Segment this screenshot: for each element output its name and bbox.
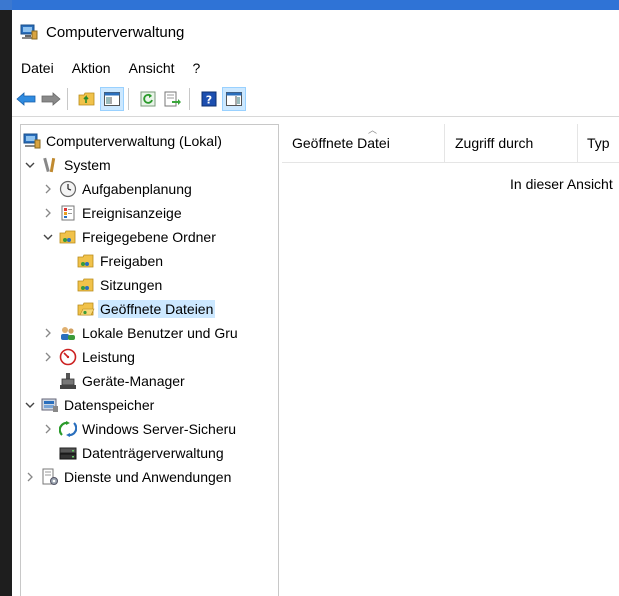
menu-datei[interactable]: Datei	[12, 60, 63, 76]
refresh-button[interactable]	[137, 88, 159, 110]
show-action-pane-icon	[226, 92, 242, 106]
up-button[interactable]	[76, 88, 98, 110]
chevron-down-icon[interactable]	[23, 398, 37, 412]
results-list-view[interactable]: ︿ Geöffnete Datei Zugriff durch Typ In d…	[282, 124, 619, 596]
chevron-right-icon[interactable]	[41, 326, 55, 340]
svg-text:?: ?	[206, 94, 212, 107]
tree-item-geraete-manager[interactable]: Geräte-Manager	[59, 369, 185, 393]
services-icon	[41, 468, 59, 486]
refresh-icon	[140, 91, 156, 107]
chevron-right-icon[interactable]	[41, 350, 55, 364]
chevron-right-icon[interactable]	[23, 470, 37, 484]
computer-management-icon	[23, 132, 41, 150]
window-title: Computerverwaltung	[46, 23, 185, 41]
forward-button[interactable]	[40, 88, 62, 110]
tree-item-windows-server-sicherung[interactable]: Windows Server-Sicheru	[41, 417, 236, 441]
back-arrow-icon	[16, 92, 36, 106]
chevron-right-icon[interactable]	[41, 422, 55, 436]
tree-item-freigaben[interactable]: Freigaben	[77, 249, 163, 273]
device-manager-icon	[59, 372, 77, 390]
back-button[interactable]	[15, 88, 37, 110]
clock-icon	[59, 180, 77, 198]
tree-item-lokale-benutzer[interactable]: Lokale Benutzer und Gru	[41, 321, 238, 345]
tree-item-system[interactable]: System	[23, 153, 111, 177]
open-files-folder-icon	[77, 300, 95, 318]
tree-item-datenspeicher[interactable]: Datenspeicher	[23, 393, 154, 417]
console-tree[interactable]: Computerverwaltung (Lokal) System Aufgab…	[20, 124, 279, 596]
performance-icon	[59, 348, 77, 366]
toolbar-separator	[67, 88, 68, 110]
toolbar-separator	[189, 88, 190, 110]
tree-item-ereignisanzeige[interactable]: Ereignisanzeige	[41, 201, 182, 225]
column-header-zugriff-durch[interactable]: Zugriff durch	[455, 124, 533, 162]
toolbar: ?	[12, 82, 619, 117]
list-header: ︿ Geöffnete Datei Zugriff durch Typ	[282, 124, 619, 163]
event-viewer-icon	[59, 204, 77, 222]
tree-item-datentraegerverwaltung[interactable]: Datenträgerverwaltung	[59, 441, 224, 465]
title-bar[interactable]: Computerverwaltung	[12, 10, 619, 54]
chevron-right-icon[interactable]	[41, 206, 55, 220]
computer-management-window: Computerverwaltung Datei Aktion Ansicht …	[12, 0, 619, 596]
column-divider[interactable]	[577, 124, 578, 162]
disk-management-icon	[59, 444, 77, 462]
shared-folder-icon	[77, 252, 95, 270]
tree-item-dienste-und-anwendungen[interactable]: Dienste und Anwendungen	[23, 465, 231, 489]
menu-aktion[interactable]: Aktion	[63, 60, 120, 76]
menu-ansicht[interactable]: Ansicht	[120, 60, 184, 76]
export-list-icon	[164, 91, 181, 107]
export-list-button[interactable]	[162, 88, 184, 110]
chevron-down-icon[interactable]	[41, 230, 55, 244]
computer-management-icon	[20, 24, 38, 40]
menu-bar: Datei Aktion Ansicht ?	[12, 54, 619, 82]
tree-item-aufgabenplanung[interactable]: Aufgabenplanung	[41, 177, 192, 201]
backup-icon	[59, 420, 77, 438]
tree-item-sitzungen[interactable]: Sitzungen	[77, 273, 162, 297]
toolbar-separator	[128, 88, 129, 110]
background-desktop-edge	[0, 0, 12, 596]
storage-icon	[41, 396, 59, 414]
forward-arrow-icon	[41, 92, 61, 106]
chevron-down-icon[interactable]	[23, 158, 37, 172]
menu-help[interactable]: ?	[184, 60, 210, 76]
window-top-border	[12, 0, 619, 10]
tools-icon	[41, 156, 59, 174]
column-header-geoeffnete-datei[interactable]: Geöffnete Datei	[292, 124, 390, 162]
users-icon	[59, 324, 77, 342]
show-hide-tree-button[interactable]	[100, 87, 124, 111]
tree-item-root[interactable]: Computerverwaltung (Lokal)	[23, 129, 222, 153]
shared-folder-icon	[77, 276, 95, 294]
empty-list-message: In dieser Ansicht	[510, 176, 613, 192]
shared-folder-icon	[59, 228, 77, 246]
show-hide-console-tree-icon	[104, 92, 120, 106]
help-icon: ?	[201, 91, 217, 107]
column-divider[interactable]	[444, 124, 445, 162]
tree-item-geoeffnete-dateien[interactable]: Geöffnete Dateien	[77, 297, 216, 321]
column-header-typ[interactable]: Typ	[587, 124, 610, 162]
up-folder-icon	[78, 92, 95, 106]
help-button[interactable]: ?	[198, 88, 220, 110]
tree-item-freigegebene-ordner[interactable]: Freigegebene Ordner	[41, 225, 216, 249]
show-action-pane-button[interactable]	[222, 87, 246, 111]
chevron-right-icon[interactable]	[41, 182, 55, 196]
tree-item-leistung[interactable]: Leistung	[41, 345, 135, 369]
